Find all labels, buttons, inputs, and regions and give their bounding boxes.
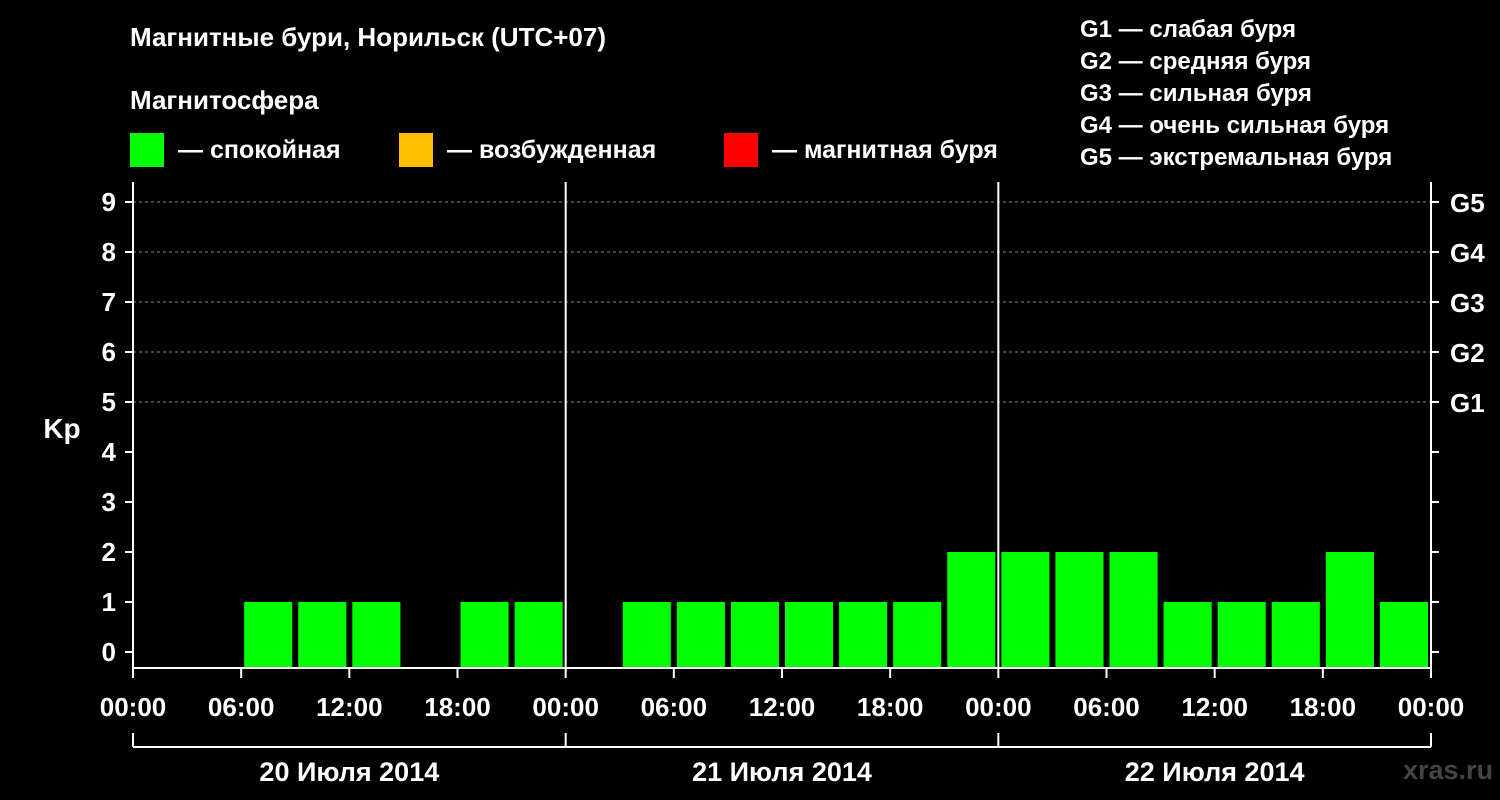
y-tick-label: 8 bbox=[102, 237, 116, 267]
y-tick-label: 1 bbox=[102, 587, 116, 617]
g-level-label: G5 bbox=[1450, 188, 1485, 218]
kp-bar bbox=[1271, 602, 1320, 668]
y-axis-label: Kp bbox=[43, 413, 80, 444]
x-tick-label: 18:00 bbox=[857, 692, 924, 722]
g-level-label: G1 bbox=[1450, 388, 1485, 418]
x-tick-label: 12:00 bbox=[749, 692, 816, 722]
kp-bar bbox=[1379, 602, 1428, 668]
kp-bar bbox=[1109, 552, 1158, 668]
x-tick-label: 12:00 bbox=[316, 692, 383, 722]
g-level-label: G4 bbox=[1450, 238, 1485, 268]
x-tick-label: 00:00 bbox=[100, 692, 167, 722]
x-tick-label: 06:00 bbox=[208, 692, 275, 722]
y-tick-label: 2 bbox=[102, 537, 116, 567]
kp-bar bbox=[730, 602, 779, 668]
x-tick-label: 00:00 bbox=[1398, 692, 1465, 722]
kp-bar bbox=[1163, 602, 1212, 668]
kp-bar bbox=[839, 602, 888, 668]
kp-bar bbox=[1325, 552, 1374, 668]
y-tick-label: 5 bbox=[102, 387, 116, 417]
kp-bar bbox=[947, 552, 996, 668]
day-label: 22 Июля 2014 bbox=[1125, 757, 1305, 787]
kp-bar bbox=[785, 602, 834, 668]
y-tick-label: 6 bbox=[102, 337, 116, 367]
x-tick-label: 06:00 bbox=[641, 692, 708, 722]
kp-bar bbox=[1001, 552, 1050, 668]
kp-bar bbox=[514, 602, 563, 668]
kp-bar bbox=[352, 602, 401, 668]
x-tick-label: 00:00 bbox=[965, 692, 1032, 722]
kp-bar bbox=[298, 602, 347, 668]
kp-bar bbox=[460, 602, 509, 668]
kp-bar bbox=[893, 602, 942, 668]
kp-bar bbox=[244, 602, 293, 668]
y-tick-label: 3 bbox=[102, 487, 116, 517]
g-level-label: G3 bbox=[1450, 288, 1485, 318]
y-tick-label: 7 bbox=[102, 287, 116, 317]
day-label: 21 Июля 2014 bbox=[692, 757, 872, 787]
kp-bar-chart: 0 1 2 3 4 5 6 7 8 9 G1 G2 G3 G4 G5 Kp 00:00 06:00 12:00 18:… bbox=[43, 182, 1485, 787]
x-tick-label: 18:00 bbox=[1290, 692, 1357, 722]
x-tick-label: 18:00 bbox=[424, 692, 491, 722]
kp-bar bbox=[622, 602, 671, 668]
y-tick-label: 9 bbox=[102, 187, 116, 217]
g-level-label: G2 bbox=[1450, 338, 1485, 368]
kp-bar bbox=[1217, 602, 1266, 668]
x-tick-label: 12:00 bbox=[1181, 692, 1248, 722]
day-label: 20 Июля 2014 bbox=[259, 757, 439, 787]
y-tick-label: 0 bbox=[102, 637, 116, 667]
y-tick-label: 4 bbox=[102, 437, 117, 467]
x-tick-label: 00:00 bbox=[532, 692, 599, 722]
kp-bar bbox=[676, 602, 725, 668]
x-tick-label: 06:00 bbox=[1073, 692, 1140, 722]
kp-bar bbox=[1055, 552, 1104, 668]
